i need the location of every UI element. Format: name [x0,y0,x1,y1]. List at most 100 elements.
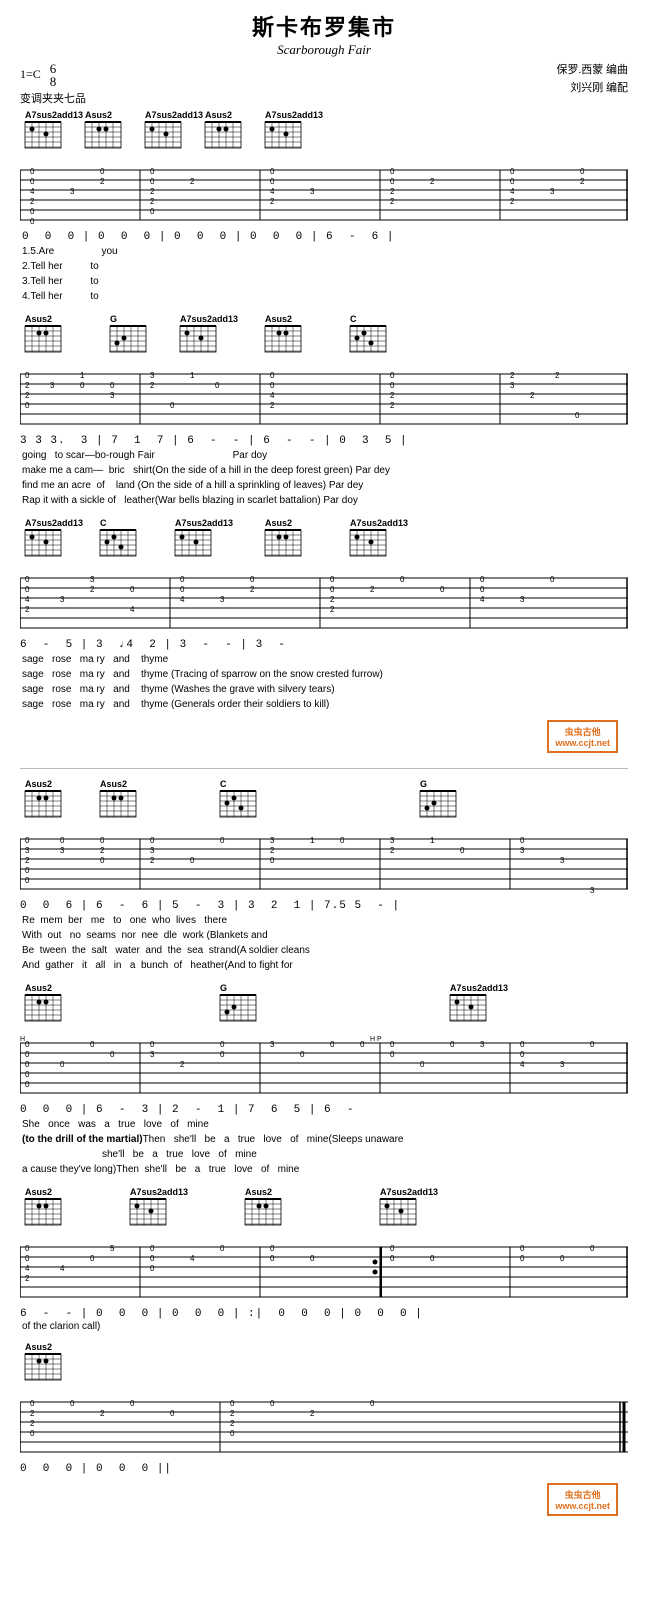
svg-text:4: 4 [25,595,30,604]
arranger: 刘兴刚 编配 [557,80,629,98]
svg-text:A7sus2add13: A7sus2add13 [25,518,83,528]
svg-text:0: 0 [150,207,155,216]
svg-text:2: 2 [190,177,195,186]
svg-text:0: 0 [170,401,175,410]
watermark-1: 虫虫古他www.ccjt.net [547,720,618,753]
svg-text:0: 0 [390,1244,395,1253]
svg-text:3: 3 [25,846,30,855]
svg-text:0: 0 [30,177,35,186]
svg-text:0: 0 [220,1244,225,1253]
svg-text:0: 0 [270,856,275,865]
chord-row-5: Asus2 G [20,981,628,1033]
svg-text:0: 0 [400,575,405,584]
svg-text:C: C [100,518,107,528]
chord-row-6: Asus2 A7sus2add13 [20,1185,628,1237]
svg-text:3: 3 [480,1040,485,1049]
svg-text:0: 0 [390,1040,395,1049]
svg-text:Asus2: Asus2 [25,1187,52,1197]
svg-text:2: 2 [390,187,395,196]
watermark-area-1: 虫虫古他www.ccjt.net [20,720,628,760]
svg-text:0: 0 [590,1040,595,1049]
svg-text:0: 0 [520,1254,525,1263]
svg-text:A7sus2add13: A7sus2add13 [130,1187,188,1197]
svg-text:3: 3 [70,187,75,196]
section4: Asus2 Asus2 [20,777,628,973]
section3: A7sus2add13 C [20,516,628,712]
tab-staff-3: 0 0 4 2 3 3 2 0 4 0 0 4 3 0 2 0 0 2 2 2 … [20,570,628,638]
svg-text:0: 0 [520,836,525,845]
svg-text:0: 0 [230,1429,235,1438]
svg-text:3: 3 [310,187,315,196]
svg-text:0: 0 [60,1060,65,1069]
svg-text:0: 0 [130,1399,135,1408]
svg-text:3: 3 [150,371,155,380]
svg-text:2: 2 [180,1060,185,1069]
svg-text:0: 0 [450,1040,455,1049]
title-section: 斯卡布罗集市 Scarborough Fair [20,10,628,58]
svg-text:0: 0 [330,585,335,594]
svg-text:Asus2: Asus2 [25,779,52,789]
svg-text:0: 0 [150,836,155,845]
tab-staff-6: 0 0 4 2 4 0 5 0 0 0 4 0 0 0 0 0 0 0 0 0 … [20,1239,628,1307]
svg-text:0: 0 [560,1254,565,1263]
svg-text:0: 0 [30,217,35,226]
watermark-2: 虫虫古他www.ccjt.net [547,1483,618,1516]
svg-text:2: 2 [230,1409,235,1418]
svg-text:0: 0 [270,1244,275,1253]
svg-text:0: 0 [25,836,30,845]
svg-text:0: 0 [25,1254,30,1263]
svg-text:0: 0 [330,1040,335,1049]
svg-text:2: 2 [30,1419,35,1428]
chord-row-4: Asus2 Asus2 [20,777,628,829]
svg-text:A7sus2add13: A7sus2add13 [175,518,233,528]
svg-text:2: 2 [100,1409,105,1418]
svg-text:0: 0 [150,1254,155,1263]
svg-text:G: G [110,314,117,324]
svg-text:0: 0 [25,585,30,594]
svg-text:0: 0 [220,836,225,845]
svg-text:2: 2 [330,595,335,604]
capo-info: 变调夹夹七品 [20,90,86,106]
svg-text:0: 0 [25,371,30,380]
svg-text:A7sus2add13: A7sus2add13 [265,110,323,120]
svg-text:1: 1 [310,836,315,845]
svg-text:A7sus2add13: A7sus2add13 [380,1187,438,1197]
svg-text:2: 2 [555,371,560,380]
tab-staff-5: H H P 0 0 0 0 0 0 0 0 0 3 2 0 0 3 0 0 0 … [20,1035,628,1103]
left-info: 1=C 6 8 变调夹夹七品 [20,62,86,106]
svg-text:3: 3 [50,381,55,390]
svg-text:2: 2 [250,585,255,594]
svg-text:0: 0 [330,575,335,584]
svg-text:2: 2 [90,585,95,594]
svg-text:0: 0 [520,1040,525,1049]
svg-text:3: 3 [150,846,155,855]
svg-text:3: 3 [110,391,115,400]
svg-text:2: 2 [390,401,395,410]
svg-text:0: 0 [390,381,395,390]
page: 斯卡布罗集市 Scarborough Fair 1=C 6 8 变调夹夹七品 保… [0,0,648,1541]
svg-text:2: 2 [25,381,30,390]
svg-text:0: 0 [100,836,105,845]
svg-text:0: 0 [480,575,485,584]
chord-row-2: Asus2 G [20,312,628,364]
svg-text:0: 0 [90,1040,95,1049]
chord-row-3: A7sus2add13 C [20,516,628,568]
svg-text:0: 0 [510,167,515,176]
svg-text:1: 1 [430,836,435,845]
svg-text:4: 4 [480,595,485,604]
section7: Asus2 0 [20,1340,628,1475]
svg-text:0: 0 [180,585,185,594]
svg-text:2: 2 [310,1409,315,1418]
svg-text:0: 0 [25,1244,30,1253]
tab-staff-4: 0 3 2 0 0 0 3 0 2 0 0 3 2 0 0 3 2 0 1 0 … [20,831,628,899]
svg-text:2: 2 [150,381,155,390]
svg-text:0: 0 [30,1399,35,1408]
svg-text:4: 4 [520,1060,525,1069]
numbers-row-1: 0 0 0 | 0 0 0 | 0 0 0 | 0 0 0 | 6 - 6 | [22,231,628,243]
svg-text:0: 0 [390,371,395,380]
svg-text:2: 2 [390,197,395,206]
svg-text:0: 0 [25,575,30,584]
numbers-row-6: 6 - - | 0 0 0 | 0 0 0 | :| 0 0 0 | 0 0 0… [20,1308,628,1320]
svg-text:0: 0 [110,1050,115,1059]
svg-text:0: 0 [230,1399,235,1408]
